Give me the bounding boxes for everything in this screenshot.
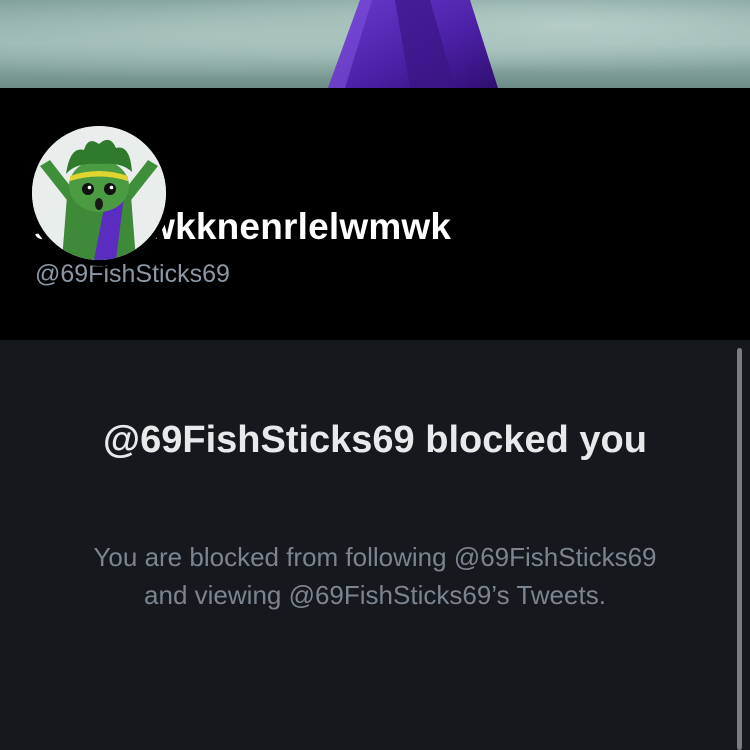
profile-header: ssswkwkknenrlelwmwk @69FishSticks69 (0, 88, 750, 340)
blocked-description: You are blocked from following @69FishSt… (93, 542, 657, 610)
scrollbar[interactable] (737, 348, 742, 750)
blocked-notice: @69FishSticks69 blocked you You are bloc… (0, 340, 750, 750)
avatar[interactable] (26, 120, 172, 266)
profile-handle: @69FishSticks69 (35, 260, 230, 288)
cartoon-character-avatar (32, 126, 166, 260)
banner-image (328, 0, 498, 88)
profile-screen: ssswkwkknenrlelwmwk @69FishSticks69 @69F… (0, 0, 750, 750)
blocked-title: @69FishSticks69 blocked you (103, 419, 647, 461)
profile-banner[interactable] (0, 0, 750, 88)
